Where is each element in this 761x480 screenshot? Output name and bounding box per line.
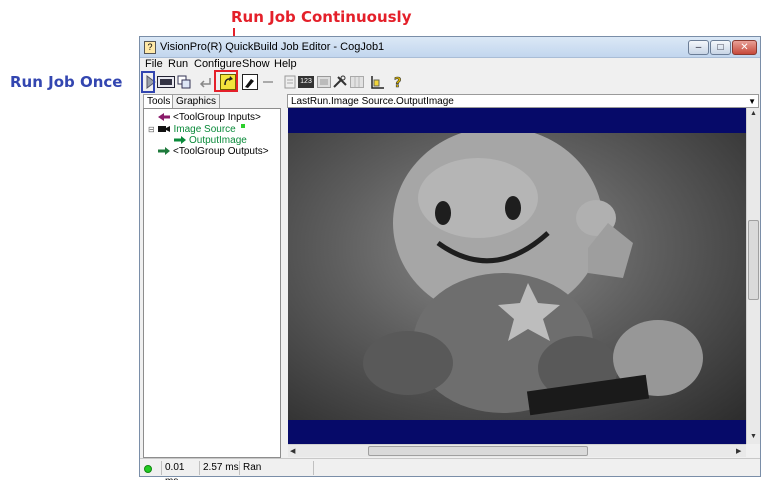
- help-icon[interactable]: ?: [389, 73, 406, 90]
- close-button[interactable]: ✕: [732, 40, 757, 55]
- record-icon[interactable]: [157, 73, 175, 90]
- menu-file[interactable]: File: [145, 58, 163, 70]
- tree-item-toolgroup-inputs[interactable]: <ToolGroup Inputs>: [158, 112, 261, 123]
- copy-icon[interactable]: [175, 73, 192, 90]
- chevron-down-icon[interactable]: ▼: [748, 95, 756, 108]
- tree-label: <ToolGroup Outputs>: [173, 146, 269, 157]
- window-title: VisionPro(R) QuickBuild Job Editor - Cog…: [160, 41, 385, 53]
- camera-image: [288, 133, 746, 420]
- tree-item-toolgroup-outputs[interactable]: <ToolGroup Outputs>: [158, 146, 269, 157]
- run-status-indicator: [140, 461, 162, 475]
- run-continuously-highlight: [214, 70, 238, 92]
- menu-show[interactable]: Show: [242, 58, 270, 70]
- status-dot-icon: [240, 124, 245, 128]
- tree-item-output-image[interactable]: OutputImage: [174, 135, 247, 146]
- display-icon[interactable]: [315, 73, 332, 90]
- tree-item-image-source[interactable]: ⊟ Image Source: [148, 124, 245, 135]
- status-time-1: 0.01 ms: [162, 461, 200, 480]
- menu-run[interactable]: Run: [168, 58, 188, 70]
- grid-icon[interactable]: [348, 73, 365, 90]
- status-state: Ran: [240, 461, 314, 475]
- app-icon: ?: [144, 41, 156, 54]
- horizontal-scrollbar[interactable]: ◀ ▶: [288, 444, 746, 457]
- tools-icon[interactable]: [331, 73, 348, 90]
- undo-icon[interactable]: [197, 73, 214, 90]
- scroll-right-icon[interactable]: ▶: [736, 447, 741, 455]
- status-led-icon: [144, 465, 152, 473]
- menu-help[interactable]: Help: [274, 58, 297, 70]
- minimize-button[interactable]: –: [688, 40, 709, 55]
- paint-icon[interactable]: [241, 73, 258, 90]
- output-arrow-icon: [174, 136, 186, 145]
- tool-tree: <ToolGroup Inputs> ⊟ Image Source Output…: [143, 108, 281, 458]
- document-icon[interactable]: [281, 73, 298, 90]
- counter-icon[interactable]: 123: [297, 73, 315, 90]
- output-arrow-icon: [158, 147, 170, 156]
- output-image-select[interactable]: LastRun.Image Source.OutputImage ▼: [287, 94, 759, 108]
- scroll-up-icon[interactable]: ▲: [750, 110, 757, 117]
- counter-label: 123: [298, 75, 314, 88]
- tab-tools[interactable]: Tools: [143, 94, 175, 109]
- arrow-icon[interactable]: [259, 73, 276, 90]
- job-editor-window: ? VisionPro(R) QuickBuild Job Editor - C…: [139, 36, 761, 480]
- menu-configure[interactable]: Configure: [194, 58, 242, 70]
- status-time-2: 2.57 ms: [200, 461, 240, 475]
- tree-label: OutputImage: [189, 135, 247, 146]
- input-arrow-icon: [158, 113, 170, 122]
- image-display[interactable]: [288, 108, 746, 444]
- run-once-annotation: Run Job Once: [10, 73, 123, 91]
- run-once-highlight: [141, 71, 155, 93]
- svg-text:?: ?: [394, 76, 402, 89]
- vertical-scroll-thumb[interactable]: [748, 220, 759, 300]
- scroll-left-icon[interactable]: ◀: [290, 447, 295, 455]
- tab-graphics[interactable]: Graphics: [172, 94, 221, 108]
- horizontal-scroll-thumb[interactable]: [368, 446, 588, 456]
- scroll-down-icon[interactable]: ▼: [750, 433, 757, 440]
- tree-label: Image Source: [173, 124, 236, 135]
- tree-label: <ToolGroup Inputs>: [173, 112, 261, 123]
- collapse-toggle-icon[interactable]: ⊟: [148, 125, 155, 134]
- maximize-button[interactable]: □: [710, 40, 731, 55]
- status-bar: 0.01 ms 2.57 ms Ran: [140, 458, 760, 480]
- measure-icon[interactable]: [369, 73, 386, 90]
- camera-icon: [158, 126, 171, 133]
- output-image-select-value: LastRun.Image Source.OutputImage: [291, 96, 454, 107]
- title-bar: ? VisionPro(R) QuickBuild Job Editor - C…: [140, 37, 760, 58]
- vertical-scrollbar[interactable]: ▲ ▼: [746, 108, 760, 444]
- run-continuously-annotation: Run Job Continuously: [231, 8, 412, 26]
